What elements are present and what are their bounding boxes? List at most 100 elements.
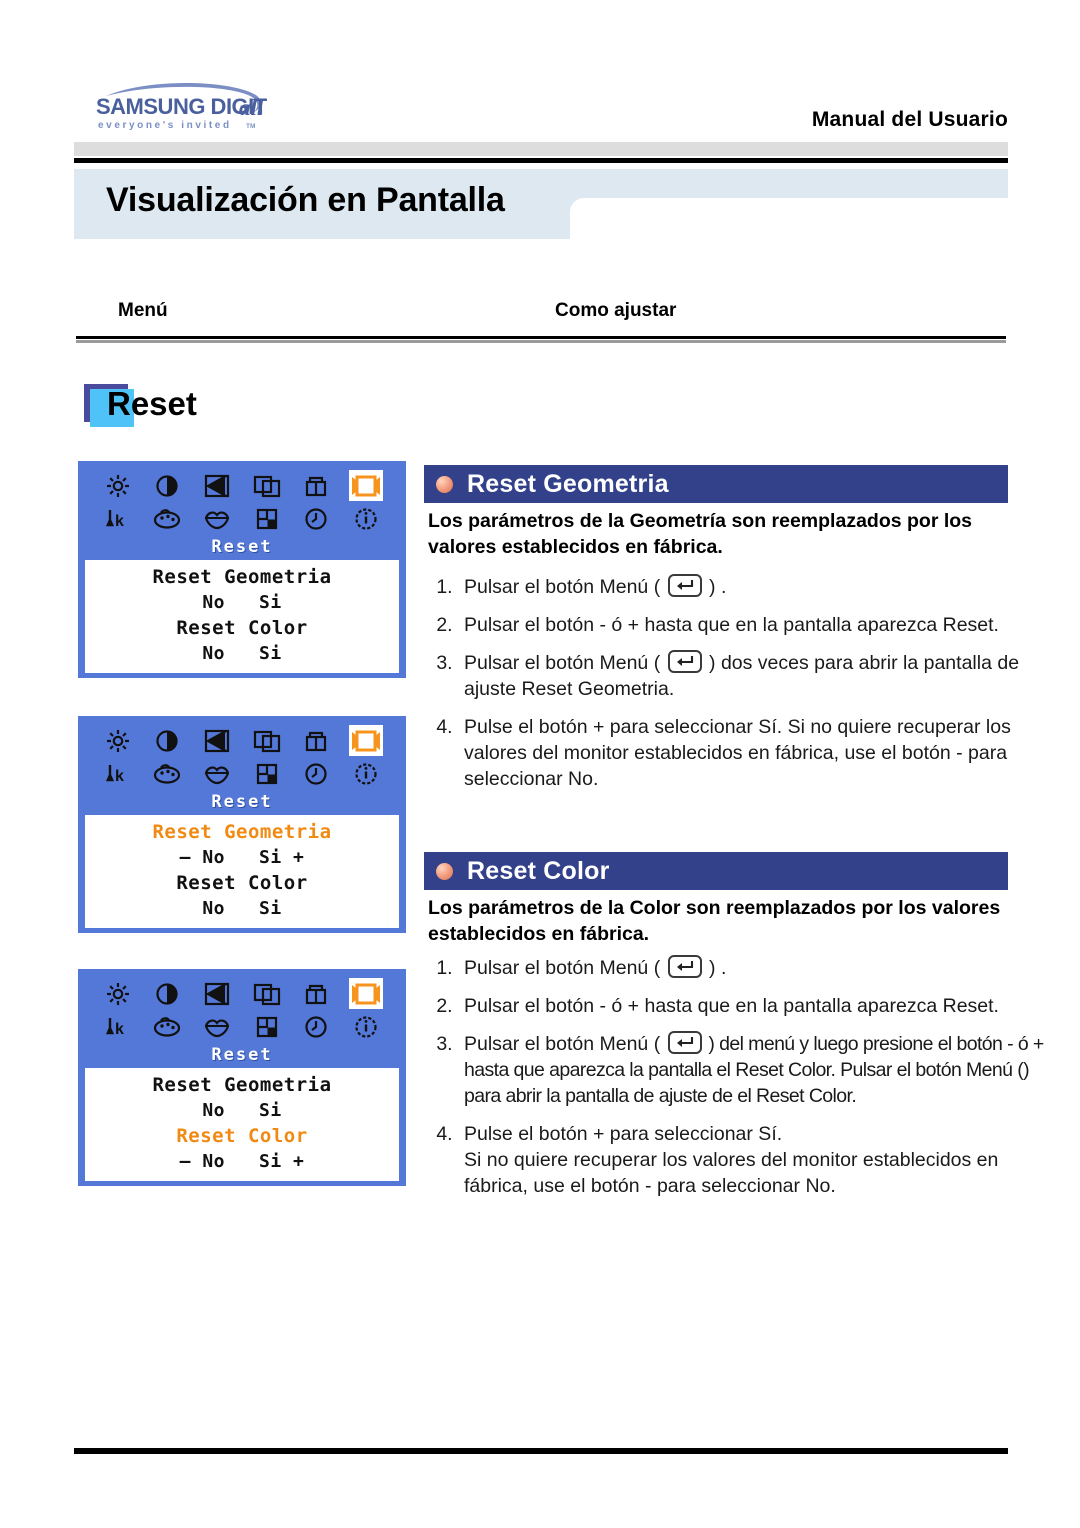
- svg-text:k: k: [115, 513, 124, 530]
- color-palette-icon: [150, 1011, 184, 1042]
- document-page: SAMSUNG DIGIT all everyone's invited TM …: [0, 0, 1080, 1528]
- step-text: Pulsar el botón Menú (: [464, 1033, 666, 1055]
- position-icon: [250, 470, 284, 501]
- size-icon: [299, 470, 333, 501]
- osd-row: No Si: [202, 898, 282, 919]
- manual-title: Manual del Usuario: [811, 108, 1008, 131]
- column-heading-menu: Menú: [118, 300, 168, 321]
- svg-text:k: k: [115, 768, 124, 785]
- steps-list-reset-color: Pulsar el botón Menú ( ) . Pulsar el bot…: [428, 955, 1046, 1199]
- reset-icon: [349, 470, 384, 501]
- osd-panel-geometria-selected: k Reset Reset Geometria – No Si + Reset …: [78, 716, 406, 933]
- osd-title: Reset: [211, 537, 273, 557]
- moire-icon: [200, 978, 234, 1009]
- corner-icon: [250, 503, 284, 534]
- steps-list-reset-geometria: Pulsar el botón Menú ( ) . Pulsar el bot…: [428, 574, 1046, 792]
- step-text: Pulsar el botón Menú (: [464, 957, 666, 979]
- svg-text:k: k: [115, 1021, 124, 1038]
- contrast-icon: [150, 470, 184, 501]
- position-icon: [250, 725, 284, 756]
- osd-screen: Reset Geometria No Si Reset Color – No S…: [85, 1068, 399, 1181]
- color-tone-icon: [200, 1011, 234, 1042]
- brightness-icon: [101, 978, 135, 1009]
- osd-screen: Reset Geometria No Si Reset Color No Si: [85, 560, 399, 673]
- contrast-icon: [150, 978, 184, 1009]
- columns-divider-rule: [76, 336, 1006, 344]
- menu-button-icon: [667, 1031, 702, 1054]
- size-icon: [299, 978, 333, 1009]
- section-description: Los parámetros de la Color son reemplaza…: [428, 897, 1001, 945]
- page-title: Visualización en Pantalla: [106, 181, 505, 219]
- step-item: Pulsar el botón Menú ( ) .: [458, 574, 1046, 600]
- step-text: Pulse el botón + para seleccionar Sí. Si…: [464, 716, 1011, 790]
- color-tone-icon: [200, 503, 234, 534]
- step-item: Pulsar el botón Menú ( ) dos veces para …: [458, 650, 1046, 702]
- step-text: Pulsar el botón Menú (: [464, 652, 666, 674]
- degauss-icon: k: [101, 1011, 135, 1042]
- menu-button-icon: [667, 650, 702, 673]
- osd-title: Reset: [211, 792, 273, 812]
- contrast-icon: [150, 725, 184, 756]
- section-header-reset-color: Reset Color: [424, 852, 1008, 890]
- brightness-icon: [101, 725, 135, 756]
- page-title-banner-notch: [570, 198, 1008, 239]
- reset-icon: [349, 725, 384, 756]
- footer-rule: [74, 1448, 1008, 1454]
- svg-text:TM: TM: [246, 123, 255, 130]
- header-divider-rule: [74, 158, 1008, 163]
- osd-icon-grid: k: [85, 977, 399, 1043]
- step-text-after: ) .: [703, 957, 727, 979]
- position-icon: [250, 978, 284, 1009]
- degauss-icon: k: [101, 758, 135, 789]
- section-header-reset-geometria: Reset Geometria: [424, 465, 1008, 503]
- osd-row: No Si: [202, 1100, 282, 1121]
- osd-row: – No Si +: [179, 847, 305, 868]
- osd-icon-grid: k: [85, 724, 399, 790]
- osd-screen: Reset Geometria – No Si + Reset Color No…: [85, 815, 399, 928]
- information-icon: [349, 503, 383, 534]
- size-icon: [299, 725, 333, 756]
- corner-icon: [250, 1011, 284, 1042]
- bullet-sphere-icon: [436, 862, 453, 880]
- osd-icon-grid: k: [85, 469, 399, 535]
- osd-row: Reset Color: [176, 617, 308, 639]
- color-palette-icon: [150, 758, 184, 789]
- reset-icon: [349, 978, 384, 1009]
- step-item: Pulse el botón + para seleccionar Sí. Si…: [458, 714, 1046, 792]
- step-item: Pulsar el botón Menú ( ) del menú y lueg…: [458, 1031, 1046, 1109]
- clock-icon: [299, 503, 333, 534]
- svg-text:everyone's invited: everyone's invited: [98, 120, 232, 131]
- degauss-icon: k: [101, 503, 135, 534]
- step-item: Pulse el botón + para seleccionar Sí. Si…: [458, 1121, 1046, 1199]
- section-title: Reset Geometria: [467, 469, 669, 498]
- samsung-logo: SAMSUNG DIGIT all everyone's invited TM: [78, 78, 278, 134]
- step-text: Pulsar el botón - ó + hasta que en la pa…: [464, 614, 999, 636]
- color-palette-icon: [150, 503, 184, 534]
- step-item: Pulsar el botón - ó + hasta que en la pa…: [458, 993, 1046, 1019]
- moire-icon: [200, 725, 234, 756]
- header-grey-band: [74, 142, 1008, 156]
- section-title: Reset Color: [467, 856, 610, 885]
- osd-panel-default: k Reset Reset Geometria No Si Reset Colo…: [78, 461, 406, 678]
- color-tone-icon: [200, 758, 234, 789]
- osd-row: No Si: [202, 643, 282, 664]
- osd-row: Reset Color: [176, 1125, 308, 1147]
- svg-text:all: all: [239, 95, 264, 120]
- menu-button-icon: [667, 955, 702, 978]
- corner-icon: [250, 758, 284, 789]
- section-description: Los parámetros de la Geometría son reemp…: [428, 510, 973, 558]
- step-text-after: ) .: [703, 576, 727, 598]
- osd-panel-color-selected: k Reset Reset Geometria No Si Reset Colo…: [78, 969, 406, 1186]
- osd-row: Reset Geometria: [152, 566, 332, 588]
- information-icon: [349, 1011, 383, 1042]
- osd-row: No Si: [202, 592, 282, 613]
- step-text: Pulsar el botón - ó + hasta que en la pa…: [464, 995, 999, 1017]
- clock-icon: [299, 1011, 333, 1042]
- bullet-sphere-icon: [436, 475, 453, 493]
- osd-row: Reset Geometria: [152, 1074, 332, 1096]
- menu-button-icon: [667, 574, 702, 597]
- step-text: Pulse el botón + para seleccionar Sí. Si…: [464, 1123, 999, 1197]
- moire-icon: [200, 470, 234, 501]
- reset-chip-label: Reset: [107, 385, 197, 422]
- step-item: Pulsar el botón Menú ( ) .: [458, 955, 1046, 981]
